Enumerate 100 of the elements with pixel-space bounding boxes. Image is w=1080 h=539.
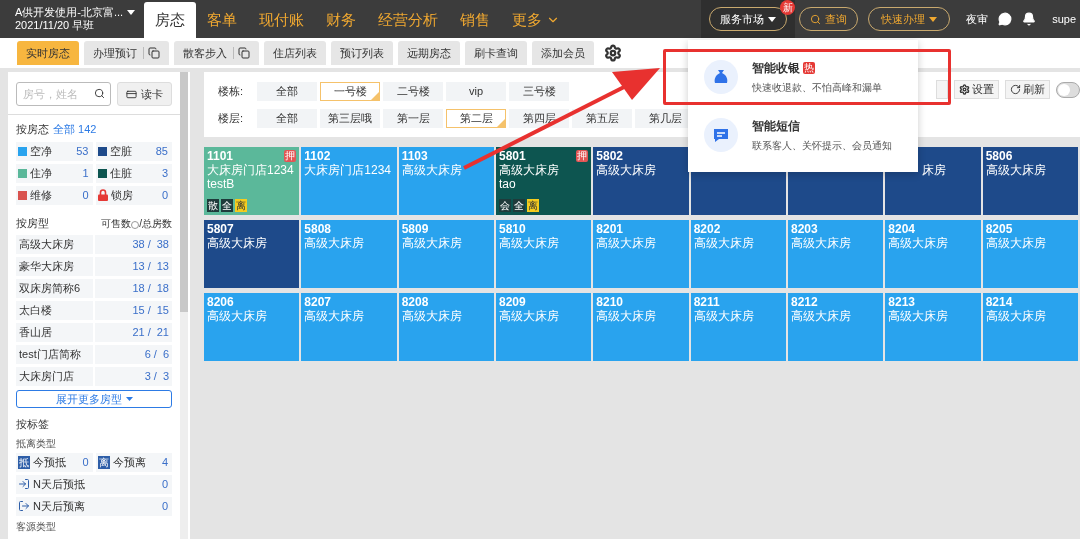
- room-type: 高级大床房: [499, 163, 560, 177]
- refresh-icon: [1010, 84, 1021, 95]
- status-count: 1: [82, 165, 90, 181]
- expand-button[interactable]: 展开更多房型: [16, 390, 172, 408]
- room-type: 高级大床房: [596, 236, 658, 250]
- filter-label: 楼栋:: [218, 83, 245, 99]
- room-type: 高级大床房: [499, 309, 560, 323]
- available-count: 15 /: [132, 303, 151, 319]
- sub-tab[interactable]: 添加会员: [532, 41, 594, 65]
- filter-chip[interactable]: 全部: [257, 81, 317, 101]
- room-number: 8208: [401, 295, 429, 309]
- check-corner-icon: [497, 118, 505, 127]
- tag-count: 0: [161, 476, 169, 492]
- nav-tab[interactable]: 客单: [196, 2, 248, 38]
- room-number: 5808: [304, 222, 332, 236]
- nav-tab[interactable]: 经营分析: [367, 2, 449, 38]
- room-tag: 离: [235, 199, 247, 212]
- section-title: 按标签: [16, 417, 50, 432]
- room-number: 8213: [888, 295, 916, 309]
- room-number: 8210: [596, 295, 624, 309]
- total-count: 38: [156, 237, 169, 253]
- tag-filter[interactable]: 抵 今预抵 0: [16, 452, 93, 472]
- room-type: 高级大床房: [596, 309, 658, 323]
- status-filter[interactable]: 维修 0: [16, 185, 93, 205]
- room-tile[interactable]: 5801 高级大床房 tao 押 会 全 离: [496, 147, 592, 215]
- settings-button[interactable]: 设置: [954, 80, 999, 99]
- room-type-row[interactable]: 香山居 21 / 21: [16, 323, 172, 342]
- status-filter[interactable]: 空净 53: [16, 141, 93, 161]
- arrival-icon: [18, 478, 30, 490]
- shift-date: 2021/11/20 早班: [15, 19, 96, 32]
- card-icon: [126, 88, 137, 100]
- filter-chip[interactable]: vip: [446, 81, 506, 101]
- toggle-switch[interactable]: [1056, 81, 1080, 98]
- room-tile[interactable]: 5807 高级大床房: [204, 220, 300, 288]
- sub-tab[interactable]: 办理预订: [84, 41, 169, 65]
- nav-tab[interactable]: 更多: [501, 2, 571, 38]
- status-filter[interactable]: 锁房 0: [95, 185, 172, 205]
- room-tile[interactable]: 1101 大床房门店1234 testB 押 散 全 离: [204, 147, 300, 215]
- tag-filter[interactable]: N天后预抵 0: [16, 474, 172, 494]
- filter-chip[interactable]: 二号楼: [383, 81, 443, 101]
- all-count-link[interactable]: 全部 142: [53, 121, 97, 138]
- available-count: 6 /: [144, 347, 157, 363]
- search-icon: [810, 13, 822, 25]
- room-number: 8201: [596, 222, 624, 236]
- room-type-row[interactable]: 大床房门店 3 / 3: [16, 367, 172, 386]
- refresh-button[interactable]: 刷新: [1005, 80, 1050, 99]
- room-tile[interactable]: 5802 高级大床房: [593, 147, 689, 215]
- caret-icon: [929, 16, 938, 22]
- sub-tab[interactable]: 刷卡查询: [465, 41, 527, 65]
- available-count: 21 /: [132, 325, 151, 341]
- room-type-row[interactable]: 豪华大床房 13 / 13: [16, 257, 172, 276]
- search-icon: [94, 88, 105, 99]
- filter-chip[interactable]: 第三层哦: [320, 108, 380, 128]
- tag-label: 今预离: [112, 454, 146, 470]
- status-filter[interactable]: 空脏 85: [95, 141, 172, 161]
- nav-tab[interactable]: 现付账: [248, 2, 315, 38]
- chat-icon[interactable]: [998, 12, 1013, 26]
- read-card-button[interactable]: 读卡: [117, 82, 172, 106]
- total-count: 13: [156, 259, 169, 275]
- tag-filter[interactable]: 离 今预离 4: [95, 452, 172, 472]
- room-type: 高级大床房: [791, 236, 852, 250]
- room-type-row[interactable]: test门店简称 6 / 6: [16, 345, 172, 364]
- total-count: 3: [162, 369, 169, 385]
- room-number: 5809: [401, 222, 429, 236]
- room-type-row[interactable]: 高级大床房 38 / 38: [16, 235, 172, 254]
- user-name[interactable]: supe: [1052, 10, 1076, 28]
- nav-tab[interactable]: 销售: [449, 2, 501, 38]
- filter-chip[interactable]: 第二层: [446, 108, 506, 128]
- copy-icon[interactable]: [233, 47, 250, 59]
- room-type: 高级大床房: [401, 236, 463, 250]
- message-icon: [704, 118, 738, 152]
- room-number: 8212: [791, 295, 818, 309]
- filter-chip[interactable]: 第一层: [383, 108, 443, 128]
- sub-tab[interactable]: 远期房态: [398, 41, 460, 65]
- status-count: 0: [82, 187, 90, 203]
- sub-tab[interactable]: 预订列表: [331, 41, 393, 65]
- filter-chip[interactable]: 三号楼: [509, 81, 569, 101]
- status-count: 3: [161, 165, 169, 181]
- status-filter[interactable]: 住净 1: [16, 163, 93, 183]
- filter-chip[interactable]: 全部: [257, 108, 317, 128]
- room-type-row[interactable]: 太白楼 15 / 15: [16, 301, 172, 320]
- room-type: 高级大床房: [693, 309, 755, 323]
- settings-icon[interactable]: [604, 44, 622, 62]
- filter-chip[interactable]: 第五层: [572, 108, 632, 128]
- status-count: 85: [155, 143, 169, 159]
- nav-tab[interactable]: 房态: [144, 2, 196, 38]
- sub-tab[interactable]: 实时房态: [17, 41, 79, 65]
- copy-icon[interactable]: [143, 47, 160, 59]
- caret-icon[interactable]: [127, 10, 136, 15]
- nav-tab[interactable]: 财务: [315, 2, 367, 38]
- night-audit-link[interactable]: 夜审: [966, 10, 989, 28]
- sub-tab[interactable]: 住店列表: [264, 41, 326, 65]
- sub-tab[interactable]: 散客步入: [174, 41, 259, 65]
- room-tile[interactable]: 5806 高级大床房: [982, 147, 1078, 215]
- bell-icon[interactable]: [1022, 12, 1037, 26]
- room-type-row[interactable]: 双床房简称6 18 / 18: [16, 279, 172, 298]
- filter-chip[interactable]: 一号楼: [320, 81, 380, 101]
- status-filter[interactable]: 住脏 3: [95, 163, 172, 183]
- tag-filter[interactable]: N天后预离 0: [16, 496, 172, 516]
- room-type-name: 香山居: [16, 323, 93, 342]
